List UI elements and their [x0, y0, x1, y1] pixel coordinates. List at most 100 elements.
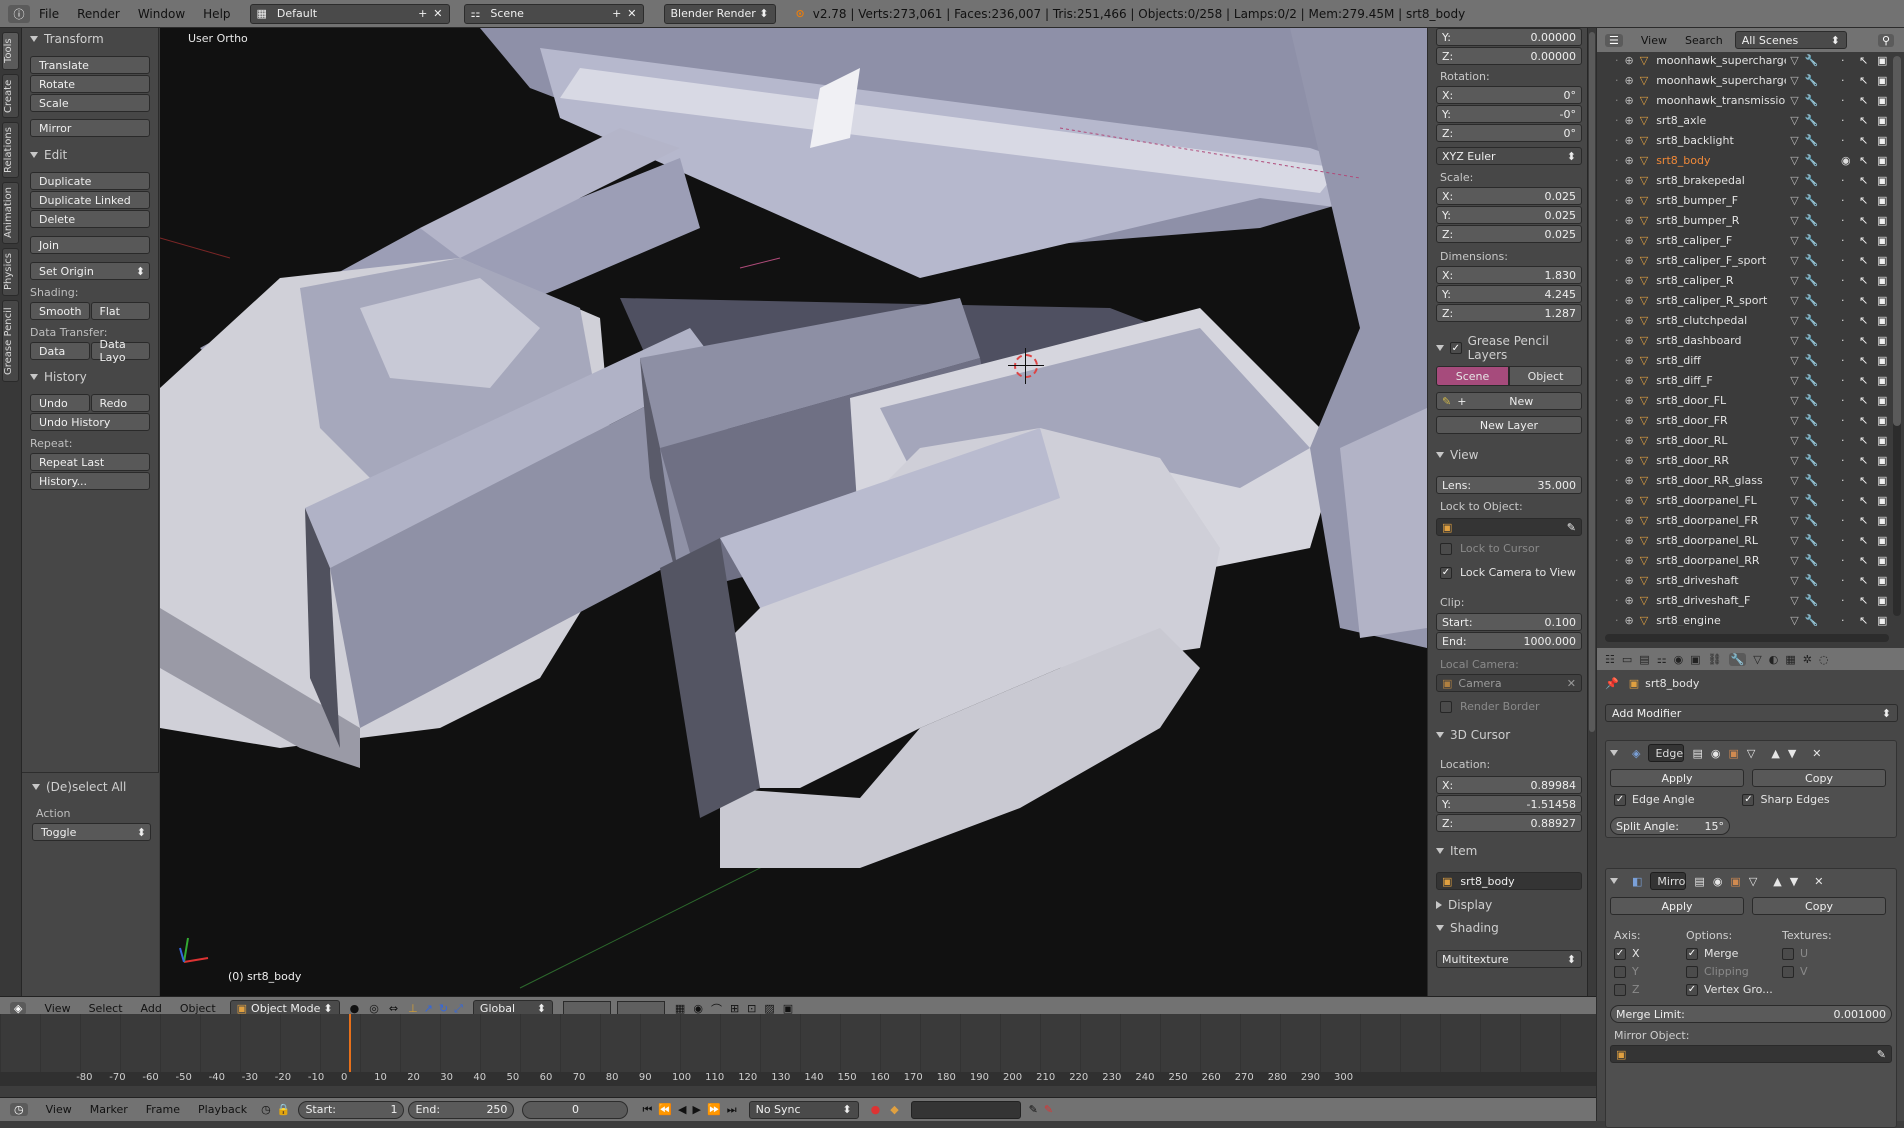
- render-camera-icon[interactable]: ▣: [1877, 254, 1887, 267]
- rotation-x-field[interactable]: X: 0°: [1436, 86, 1582, 104]
- add-layout-icon[interactable]: +: [418, 7, 427, 20]
- render-camera-icon[interactable]: ▣: [1877, 454, 1887, 467]
- expand-icon[interactable]: ⊕: [1625, 274, 1634, 287]
- outliner-row[interactable]: · ⊕ ▽ srt8_bumper_R ▽ 🔧 · ↖ ▣: [1597, 210, 1897, 230]
- outliner-object-name[interactable]: srt8_door_FR: [1656, 414, 1786, 427]
- move-down-icon[interactable]: ▼: [1788, 747, 1796, 760]
- expand-icon[interactable]: ⊕: [1625, 554, 1634, 567]
- render-camera-icon[interactable]: ▣: [1877, 614, 1887, 627]
- timeline[interactable]: -80 -70 -60 -50 -40 -30 -20 -10 0 10 20 30 40 50 60 70 8…: [0, 1014, 1596, 1086]
- render-camera-icon[interactable]: ▣: [1877, 314, 1887, 327]
- outliner-row[interactable]: · ⊕ ▽ srt8_engine ▽ 🔧 · ↖ ▣: [1597, 610, 1897, 627]
- scene-selector[interactable]: ⚏ Scene + ✕: [463, 3, 644, 24]
- render-camera-icon[interactable]: ▣: [1877, 114, 1887, 127]
- texture-v-checkbox[interactable]: [1782, 965, 1794, 978]
- panel-header-shading[interactable]: Shading: [1436, 921, 1499, 935]
- sharp-edges-checkbox[interactable]: ✓: [1742, 793, 1755, 806]
- tab-grease-pencil[interactable]: Grease Pencil: [2, 300, 19, 382]
- selectability-arrow-icon[interactable]: ↖: [1859, 394, 1868, 407]
- panel-header-grease-pencil[interactable]: ✓ Grease Pencil Layers: [1436, 334, 1587, 362]
- render-camera-icon[interactable]: ▣: [1877, 574, 1887, 587]
- outliner-editor-icon[interactable]: ☰: [1605, 33, 1623, 47]
- outliner-object-name[interactable]: srt8_doorpanel_RL: [1656, 534, 1786, 547]
- move-up-icon[interactable]: ▲: [1771, 747, 1779, 760]
- outliner-row[interactable]: · ⊕ ▽ srt8_door_RL ▽ 🔧 · ↖ ▣: [1597, 430, 1897, 450]
- outliner-row[interactable]: · ⊕ ▽ srt8_axle ▽ 🔧 · ↖ ▣: [1597, 110, 1897, 130]
- visibility-eye-icon[interactable]: ·: [1841, 374, 1845, 387]
- collapse-triangle-icon[interactable]: [1610, 878, 1618, 884]
- outliner-row[interactable]: · ⊕ ▽ srt8_doorpanel_RL ▽ 🔧 · ↖ ▣: [1597, 530, 1897, 550]
- clear-icon[interactable]: ✕: [1567, 677, 1576, 690]
- undo-button[interactable]: Undo: [30, 394, 90, 412]
- physics-tab-icon[interactable]: ◌: [1819, 653, 1829, 666]
- copy-button[interactable]: Copy: [1752, 769, 1886, 787]
- dimension-x-field[interactable]: X: 1.830: [1436, 266, 1582, 284]
- visibility-eye-icon[interactable]: ·: [1841, 494, 1845, 507]
- render-engine-selector[interactable]: Blender Render ⬍: [663, 3, 776, 24]
- delete-keyframe-icon[interactable]: ✎: [1044, 1103, 1053, 1116]
- menu-help[interactable]: Help: [203, 7, 230, 21]
- render-toggle-icon[interactable]: ▤: [1694, 875, 1704, 888]
- current-frame-field[interactable]: 0: [522, 1100, 629, 1119]
- expand-icon[interactable]: ⊕: [1625, 254, 1634, 267]
- expand-icon[interactable]: ⊕: [1625, 414, 1634, 427]
- render-camera-icon[interactable]: ▣: [1877, 394, 1887, 407]
- redo-button[interactable]: Redo: [90, 394, 150, 412]
- scale-x-field[interactable]: X: 0.025: [1436, 187, 1582, 205]
- outliner-v-scrollbar[interactable]: [1893, 56, 1901, 616]
- cursor-x-field[interactable]: X: 0.89984: [1436, 776, 1582, 794]
- outliner-object-name[interactable]: srt8_backlight: [1656, 134, 1786, 147]
- outliner-object-name[interactable]: srt8_caliper_R: [1656, 274, 1786, 287]
- outliner-object-name[interactable]: srt8_door_RR_glass: [1656, 474, 1786, 487]
- screen-layout-selector[interactable]: ▦ Default + ✕: [249, 3, 450, 24]
- gp-new-button[interactable]: ✎ + New: [1436, 392, 1582, 410]
- tab-tools[interactable]: Tools: [2, 32, 19, 70]
- prev-keyframe-icon[interactable]: ⏪: [658, 1103, 672, 1116]
- location-z-field[interactable]: Z: 0.00000: [1436, 47, 1582, 65]
- eyedropper-icon[interactable]: ✎: [1877, 1048, 1886, 1061]
- dimension-y-field[interactable]: Y: 4.245: [1436, 285, 1582, 303]
- lens-field[interactable]: Lens: 35.000: [1436, 476, 1582, 494]
- move-down-icon[interactable]: ▼: [1790, 875, 1798, 888]
- render-toggle-icon[interactable]: ▤: [1692, 747, 1702, 760]
- world-tab-icon[interactable]: ◉: [1674, 653, 1684, 666]
- selectability-arrow-icon[interactable]: ↖: [1859, 454, 1868, 467]
- add-modifier-select[interactable]: Add Modifier ⬍: [1605, 704, 1898, 722]
- outliner-row[interactable]: · ⊕ ▽ srt8_caliper_F ▽ 🔧 · ↖ ▣: [1597, 230, 1897, 250]
- gp-new-layer-button[interactable]: New Layer: [1436, 416, 1582, 434]
- tab-animation[interactable]: Animation: [2, 182, 19, 244]
- merge-limit-field[interactable]: Merge Limit: 0.001000: [1610, 1005, 1892, 1023]
- visibility-eye-icon[interactable]: ◉: [1841, 154, 1851, 167]
- expand-icon[interactable]: ⊕: [1625, 334, 1634, 347]
- outliner-row[interactable]: · ⊕ ▽ srt8_diff ▽ 🔧 · ↖ ▣: [1597, 350, 1897, 370]
- item-name-field[interactable]: ▣ srt8_body: [1436, 872, 1582, 890]
- set-origin-button[interactable]: Set Origin ⬍: [30, 262, 150, 280]
- sidebar-scroll-thumb[interactable]: [1589, 32, 1595, 732]
- texture-tab-icon[interactable]: ▦: [1785, 653, 1795, 666]
- outliner-object-name[interactable]: srt8_clutchpedal: [1656, 314, 1786, 327]
- visibility-eye-icon[interactable]: ·: [1841, 554, 1845, 567]
- repeat-last-button[interactable]: Repeat Last: [30, 453, 150, 471]
- visibility-eye-icon[interactable]: ·: [1841, 94, 1845, 107]
- cage-toggle-icon[interactable]: ▽: [1747, 747, 1755, 760]
- render-border-checkbox[interactable]: [1440, 700, 1452, 713]
- gp-scene-tab[interactable]: Scene: [1436, 366, 1509, 386]
- expand-icon[interactable]: ⊕: [1625, 514, 1634, 527]
- panel-header-3d-cursor[interactable]: 3D Cursor: [1436, 728, 1510, 742]
- visibility-eye-icon[interactable]: ·: [1841, 354, 1845, 367]
- rotation-y-field[interactable]: Y: -0°: [1436, 105, 1582, 123]
- outliner-object-name[interactable]: srt8_doorpanel_RR: [1656, 554, 1786, 567]
- tab-physics[interactable]: Physics: [2, 248, 19, 296]
- clip-start-field[interactable]: Start: 0.100: [1436, 613, 1582, 631]
- mirror-object-field[interactable]: ▣ ✎: [1610, 1045, 1892, 1063]
- modifiers-tab-icon[interactable]: 🔧: [1728, 652, 1747, 666]
- duplicate-linked-button[interactable]: Duplicate Linked: [30, 191, 150, 209]
- visibility-eye-icon[interactable]: ·: [1841, 594, 1845, 607]
- outliner-object-name[interactable]: moonhawk_supercharger_stage: [1656, 54, 1786, 67]
- visibility-eye-icon[interactable]: ·: [1841, 614, 1845, 627]
- panel-header-deselect-all[interactable]: (De)select All: [22, 777, 159, 797]
- selectability-arrow-icon[interactable]: ↖: [1859, 554, 1868, 567]
- clip-end-field[interactable]: End: 1000.000: [1436, 632, 1582, 650]
- panel-header-edit[interactable]: Edit: [22, 145, 158, 165]
- visibility-eye-icon[interactable]: ·: [1841, 174, 1845, 187]
